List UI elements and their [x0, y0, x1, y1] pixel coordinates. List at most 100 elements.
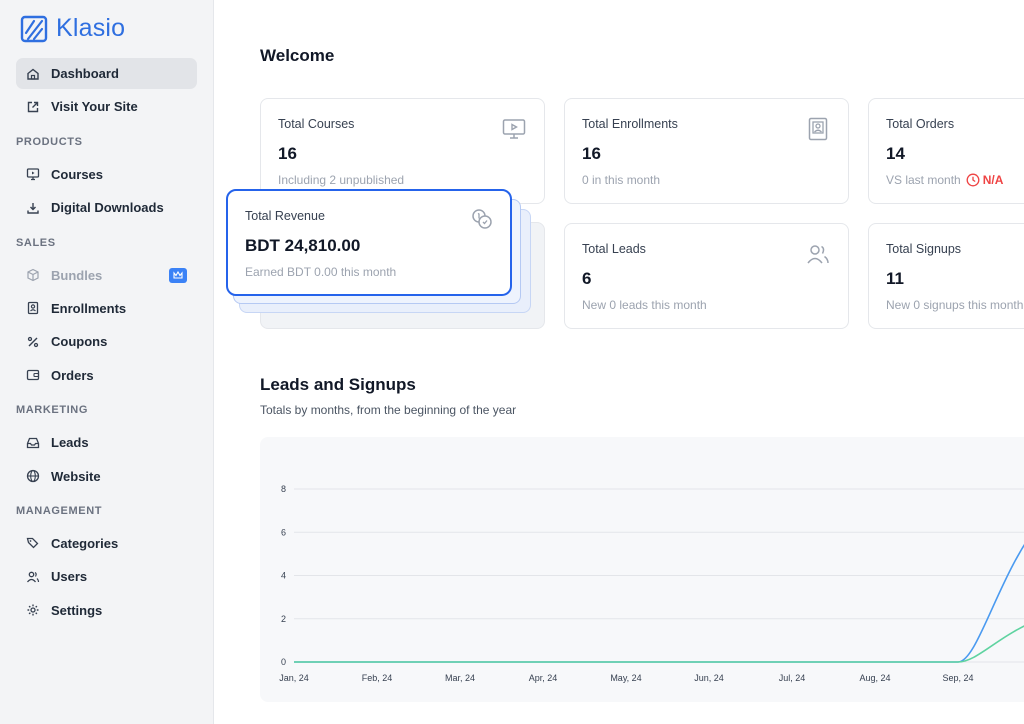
card-subtext: New 0 leads this month: [582, 298, 707, 312]
klasio-logo-icon: [20, 15, 48, 42]
users-icon: [26, 570, 40, 584]
section-sales: SALES: [16, 236, 56, 249]
series-line-1: [294, 625, 1024, 663]
card-subtext: New 0 signups this month: [886, 298, 1024, 312]
contact-book-icon: [808, 117, 828, 141]
sidebar-item-categories[interactable]: Categories: [16, 528, 197, 559]
chart-canvas: 0 2 4 6 8 Jan, 24 Feb, 24 Mar, 24 Apr, 24 May, 24…: [279, 484, 1024, 683]
card-subtext: Earned BDT 0.00 this month: [245, 265, 397, 279]
app-name: Klasio: [56, 14, 126, 42]
y-tick-label: 4: [281, 571, 286, 581]
card-value: 16: [278, 144, 297, 163]
sidebar-item-label: Bundles: [51, 267, 103, 283]
sidebar-item-label: Digital Downloads: [51, 200, 164, 216]
x-tick-label: Aug, 24: [859, 673, 890, 683]
card-value: 11: [886, 269, 904, 288]
card-value: BDT 24,810.00: [245, 236, 361, 255]
monitor-play-icon: [26, 167, 40, 181]
sidebar-item-label: Users: [51, 569, 88, 585]
contact-book-icon: [26, 301, 40, 315]
section-management: MANAGEMENT: [16, 504, 103, 517]
comparison-badge: N/A: [966, 173, 1004, 187]
y-tick-label: 8: [281, 484, 286, 494]
wallet-icon: [26, 368, 40, 382]
sidebar-item-label: Settings: [51, 602, 103, 618]
comparison-value: N/A: [982, 173, 1004, 187]
sidebar-item-coupons[interactable]: Coupons: [16, 326, 197, 357]
card-total-revenue[interactable]: Total Revenue BDT 24,810.00 Earned BDT 0…: [226, 189, 512, 296]
percent-icon: [26, 335, 40, 349]
sidebar: Klasio Dashboard Visit Your Site PRODUCT…: [0, 0, 214, 724]
chart-subtitle: Totals by months, from the beginning of …: [260, 403, 517, 417]
sidebar-item-orders[interactable]: Orders: [16, 360, 197, 391]
sidebar-item-label: Website: [51, 468, 101, 484]
coins-icon: [472, 209, 492, 229]
users-icon: [807, 245, 829, 264]
y-tick-label: 0: [281, 657, 286, 667]
monitor-play-icon: [502, 119, 526, 139]
sidebar-item-label: Coupons: [51, 334, 108, 350]
card-label: Total Orders: [886, 117, 955, 131]
sidebar-item-enrollments[interactable]: Enrollments: [16, 293, 197, 324]
sidebar-item-website[interactable]: Website: [16, 461, 197, 492]
sidebar-item-label: Dashboard: [51, 66, 119, 81]
page-title: Welcome: [260, 46, 335, 65]
sidebar-item-settings[interactable]: Settings: [16, 595, 197, 626]
sidebar-item-label: Courses: [51, 166, 104, 182]
x-tick-label: Jul, 24: [779, 673, 806, 683]
y-tick-label: 6: [281, 527, 286, 537]
card-subtext-text: VS last month: [886, 173, 961, 187]
card-value: 14: [886, 144, 905, 163]
home-icon: [26, 67, 40, 81]
card-total-leads[interactable]: Total Leads 6 New 0 leads this month: [564, 223, 849, 329]
card-subtext: VS last month N/A: [886, 173, 1024, 187]
sidebar-item-bundles[interactable]: Bundles: [16, 260, 197, 291]
crown-icon: [169, 267, 187, 283]
x-tick-label: Feb, 24: [362, 673, 393, 683]
x-tick-label: Apr, 24: [529, 673, 558, 683]
card-label: Total Courses: [278, 117, 355, 131]
sidebar-item-leads[interactable]: Leads: [16, 427, 197, 458]
external-link-icon: [26, 100, 40, 114]
download-icon: [26, 201, 40, 215]
x-tick-label: Jan, 24: [279, 673, 309, 683]
card-label: Total Signups: [886, 242, 962, 256]
sidebar-item-users[interactable]: Users: [16, 561, 197, 592]
x-tick-label: Jun, 24: [694, 673, 724, 683]
card-total-orders[interactable]: Total Orders 14 VS last month N/A: [868, 98, 1024, 204]
card-value: 16: [582, 144, 601, 163]
card-total-enrollments[interactable]: Total Enrollments 16 0 in this month: [564, 98, 849, 204]
x-tick-label: Mar, 24: [445, 673, 475, 683]
x-tick-label: Sep, 24: [942, 673, 973, 683]
card-label: Total Revenue: [245, 209, 325, 223]
card-label: Total Enrollments: [582, 117, 678, 131]
section-products: PRODUCTS: [16, 135, 83, 148]
sidebar-item-label: Leads: [51, 435, 89, 451]
cube-icon: [26, 268, 40, 282]
card-total-signups[interactable]: Total Signups 11 New 0 signups this mont…: [868, 223, 1024, 329]
gear-icon: [26, 603, 40, 617]
x-tick-label: May, 24: [610, 673, 641, 683]
card-subtext: Including 2 unpublished: [278, 173, 405, 187]
tags-icon: [26, 536, 40, 550]
y-tick-label: 2: [281, 614, 286, 624]
sidebar-item-label: Enrollments: [51, 300, 127, 316]
chart-title: Leads and Signups: [260, 375, 416, 394]
section-marketing: MARKETING: [16, 404, 89, 417]
card-subtext: 0 in this month: [582, 173, 661, 187]
clock-icon: [966, 173, 980, 187]
card-label: Total Leads: [582, 242, 646, 256]
globe-icon: [26, 469, 40, 483]
leads-signups-chart: 0 2 4 6 8 Jan, 24 Feb, 24 Mar, 24 Apr, 24 May, 24…: [260, 437, 1024, 702]
app-logo[interactable]: Klasio: [20, 14, 125, 43]
card-value: 6: [582, 269, 592, 288]
sidebar-item-courses[interactable]: Courses: [16, 159, 197, 190]
sidebar-item-dashboard[interactable]: Dashboard: [16, 58, 197, 89]
inbox-icon: [26, 436, 40, 450]
sidebar-item-label: Visit Your Site: [51, 99, 138, 115]
sidebar-item-digital-downloads[interactable]: Digital Downloads: [16, 192, 197, 223]
sidebar-item-label: Categories: [51, 535, 119, 551]
sidebar-item-label: Orders: [51, 367, 94, 383]
sidebar-item-visit-site[interactable]: Visit Your Site: [16, 91, 197, 122]
sidebar-nav: Dashboard Visit Your Site PRODUCTS Cours…: [16, 58, 197, 628]
